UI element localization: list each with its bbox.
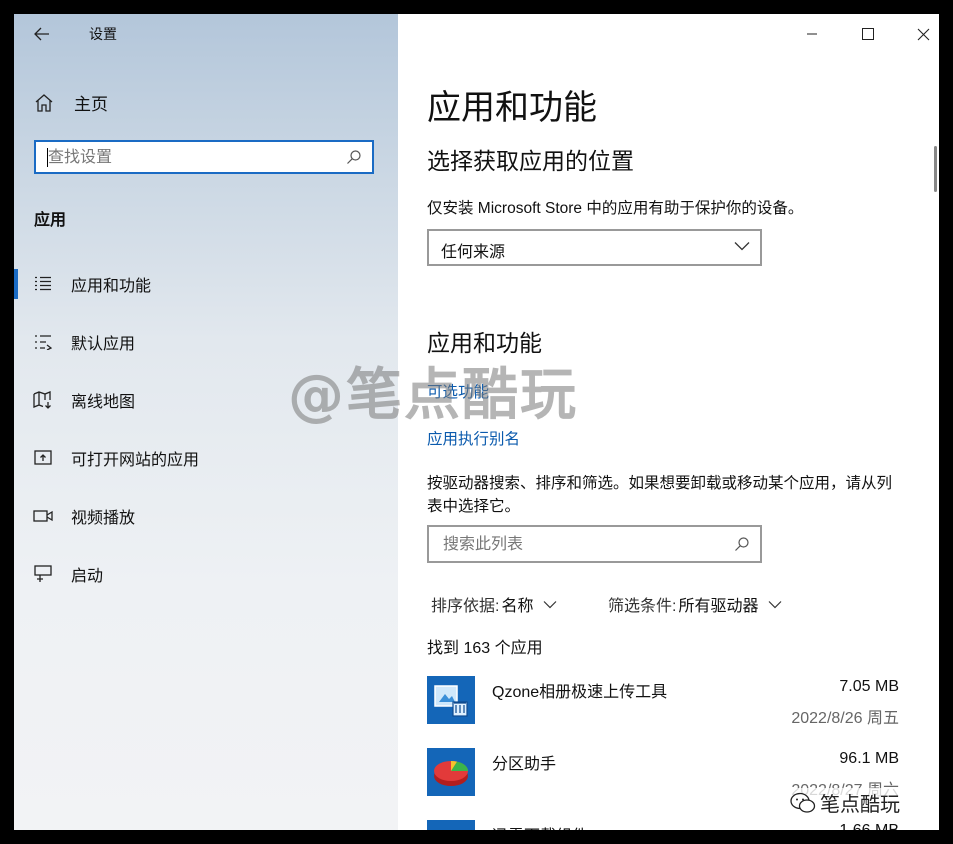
app-size: 96.1 MB <box>839 750 899 767</box>
page-title: 应用和功能 <box>427 89 597 127</box>
sidebar-item-label: 应用和功能 <box>71 278 152 295</box>
app-list-item[interactable]: Qzone相册极速上传工具 7.05 MB 2022/8/26 周五 <box>427 676 899 736</box>
home-label: 主页 <box>74 95 108 114</box>
list-search-box[interactable] <box>427 525 762 563</box>
apps-features-icon <box>33 274 53 294</box>
selected-indicator <box>14 269 18 299</box>
dropdown-value: 任何来源 <box>441 244 506 261</box>
window-title: 设置 <box>89 26 117 42</box>
choose-location-description: 仅安装 Microsoft Store 中的应用有助于保护你的设备。 <box>427 200 804 217</box>
maximize-button[interactable] <box>845 20 891 48</box>
settings-search-input[interactable] <box>46 146 340 170</box>
sort-label: 排序依据: <box>431 598 500 615</box>
filter-value: 所有驱动器 <box>678 598 759 615</box>
thunder-component-app-icon <box>427 820 475 830</box>
app-name: 分区助手 <box>492 756 557 773</box>
app-size: 7.05 MB <box>839 678 899 695</box>
list-search-input[interactable] <box>441 533 725 557</box>
partition-assistant-app-icon <box>427 748 475 796</box>
app-source-dropdown[interactable]: 任何来源 <box>427 229 762 266</box>
back-arrow-icon <box>34 27 49 41</box>
home-nav-item[interactable]: 主页 <box>34 90 108 115</box>
watermark-text: @笔点酷玩 <box>288 363 578 428</box>
filter-label: 筛选条件: <box>608 598 677 615</box>
watermark-badge: 笔点酷玩 <box>790 788 906 817</box>
scrollbar-thumb[interactable] <box>934 146 937 192</box>
sidebar-item-label: 默认应用 <box>71 336 136 353</box>
default-apps-icon <box>33 332 53 352</box>
choose-location-heading: 选择获取应用的位置 <box>427 148 634 174</box>
apps-for-websites-icon <box>33 448 53 468</box>
maximize-icon <box>862 28 874 40</box>
app-size: 1.66 MB <box>839 822 899 830</box>
close-button[interactable] <box>900 20 939 48</box>
sidebar-item-label: 可打开网站的应用 <box>71 452 200 469</box>
offline-maps-icon <box>33 390 53 410</box>
app-count: 找到 163 个应用 <box>427 640 543 657</box>
app-list-item[interactable]: 迅雷下载组件 1.66 MB <box>427 820 899 830</box>
minimize-button[interactable] <box>789 20 835 48</box>
chevron-down-icon <box>769 600 782 608</box>
qzone-uploader-app-icon <box>427 676 475 724</box>
sidebar-item-label: 离线地图 <box>71 394 136 411</box>
sidebar-item-apps-features[interactable]: 应用和功能 <box>14 262 398 306</box>
video-playback-icon <box>33 506 53 526</box>
app-install-date: 2022/8/26 周五 <box>791 710 899 727</box>
wechat-icon <box>790 792 816 813</box>
minimize-icon <box>807 33 817 35</box>
sidebar-item-label: 启动 <box>71 568 104 585</box>
sidebar-item-video-playback[interactable]: 视频播放 <box>14 494 398 538</box>
search-icon[interactable] <box>346 149 362 165</box>
filter-by-dropdown[interactable]: 筛选条件: 所有驱动器 <box>608 592 782 616</box>
search-icon[interactable] <box>734 536 750 552</box>
home-icon <box>35 93 53 112</box>
sort-by-dropdown[interactable]: 排序依据: 名称 <box>431 592 557 616</box>
sidebar-item-startup[interactable]: 启动 <box>14 552 398 596</box>
chevron-down-icon <box>544 600 557 608</box>
app-name: 迅雷下载组件 <box>492 822 588 830</box>
sidebar-item-label: 视频播放 <box>71 510 136 527</box>
app-name: Qzone相册极速上传工具 <box>492 684 668 701</box>
startup-icon <box>33 564 53 584</box>
sort-value: 名称 <box>501 598 534 615</box>
chevron-down-icon <box>734 242 750 251</box>
settings-search-box[interactable] <box>34 140 374 174</box>
watermark-badge-text: 笔点酷玩 <box>820 794 900 816</box>
section-title: 应用 <box>34 212 67 229</box>
close-icon <box>917 28 929 40</box>
apps-list-description: 按驱动器搜索、排序和筛选。如果想要卸载或移动某个应用，请从列表中选择它。 <box>427 475 893 515</box>
sidebar-item-apps-for-websites[interactable]: 可打开网站的应用 <box>14 436 398 480</box>
back-button[interactable] <box>28 22 56 46</box>
